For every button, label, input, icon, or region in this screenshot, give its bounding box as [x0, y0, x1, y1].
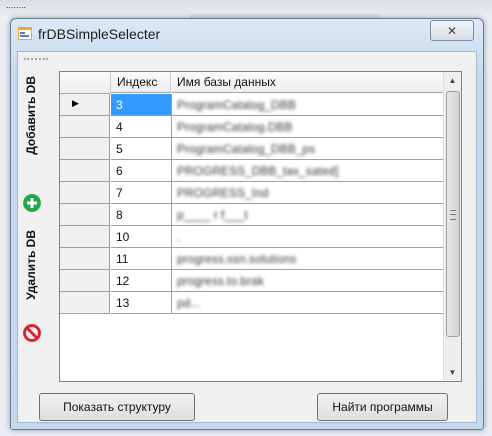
- cell-index[interactable]: 13: [111, 292, 172, 314]
- cell-db-name[interactable]: PROGRESS_Ind: [172, 182, 444, 204]
- cell-db-name[interactable]: progress.to.brak: [172, 270, 444, 292]
- column-header-name[interactable]: Имя базы данных: [172, 72, 444, 93]
- find-programs-button[interactable]: Найти программы: [317, 393, 448, 421]
- remove-icon: [23, 324, 41, 342]
- cell-index[interactable]: 11: [111, 248, 172, 270]
- close-button[interactable]: ✕: [430, 20, 474, 41]
- title-bar[interactable]: frDBSimpleSelecter ✕: [11, 19, 483, 49]
- cell-index[interactable]: 5: [111, 138, 172, 160]
- remove-db-label: Удалить DB: [24, 230, 38, 300]
- row-header[interactable]: [60, 204, 110, 226]
- cell-index[interactable]: 8: [111, 204, 172, 226]
- close-icon: ✕: [446, 23, 458, 38]
- cell-db-name[interactable]: pd...: [172, 292, 444, 314]
- row-header[interactable]: [60, 292, 110, 314]
- scroll-down-icon[interactable]: ▼: [444, 364, 461, 381]
- current-row-icon: ▶: [72, 98, 79, 108]
- add-icon: [23, 194, 41, 212]
- app-icon: [18, 27, 32, 40]
- row-header[interactable]: [60, 138, 110, 160]
- vertical-scrollbar[interactable]: ▲ ▼: [443, 72, 461, 381]
- add-db-label: Добавить DB: [24, 76, 38, 155]
- toolstrip-grip-icon[interactable]: [24, 58, 48, 62]
- cell-index[interactable]: 10: [111, 226, 172, 248]
- scroll-up-icon[interactable]: ▲: [444, 72, 461, 89]
- scroll-thumb[interactable]: [446, 91, 460, 337]
- client-area: Добавить DB Удалить DB Индекс Имя базы д…: [17, 51, 477, 423]
- window-title: frDBSimpleSelecter: [38, 26, 161, 42]
- cell-index[interactable]: 7: [111, 182, 172, 204]
- cell-db-name[interactable]: ProgramCatalog_DBB: [172, 94, 444, 116]
- row-header[interactable]: [60, 160, 110, 182]
- background-text: ........: [6, 0, 27, 10]
- cell-index[interactable]: 6: [111, 160, 172, 182]
- cell-db-name[interactable]: ProgramCatalog_DBB_ps: [172, 138, 444, 160]
- cell-db-name[interactable]: p____ r f___t: [172, 204, 444, 226]
- databases-grid[interactable]: Индекс Имя базы данных ▶ 3 ProgramCatalog_…: [59, 71, 462, 382]
- row-header[interactable]: [60, 248, 110, 270]
- remove-db-button[interactable]: Удалить DB: [20, 222, 46, 370]
- cell-index[interactable]: 12: [111, 270, 172, 292]
- cell-db-name[interactable]: .: [172, 226, 444, 248]
- corner-header: [60, 72, 111, 94]
- row-header[interactable]: [60, 226, 110, 248]
- column-header-index[interactable]: Индекс: [111, 72, 171, 93]
- row-header[interactable]: ▶: [60, 94, 110, 116]
- cell-db-name[interactable]: PROGRESS_DBB_tax_sated]: [172, 160, 444, 182]
- vertical-toolstrip: Добавить DB Удалить DB: [20, 70, 46, 370]
- row-header[interactable]: [60, 270, 110, 292]
- row-header[interactable]: [60, 116, 110, 138]
- row-header[interactable]: [60, 182, 110, 204]
- thumb-grip-icon: [450, 210, 456, 220]
- show-structure-button[interactable]: Показать структуру: [39, 393, 195, 421]
- cell-db-name[interactable]: progress.ssn.solutions: [172, 248, 444, 270]
- cell-index[interactable]: 3: [111, 94, 172, 116]
- cell-db-name[interactable]: ProgramCatalog.DBB: [172, 116, 444, 138]
- add-db-button[interactable]: Добавить DB: [20, 70, 46, 220]
- dialog-window: frDBSimpleSelecter ✕ Добавить DB Удалить…: [10, 18, 484, 430]
- cell-index[interactable]: 4: [111, 116, 172, 138]
